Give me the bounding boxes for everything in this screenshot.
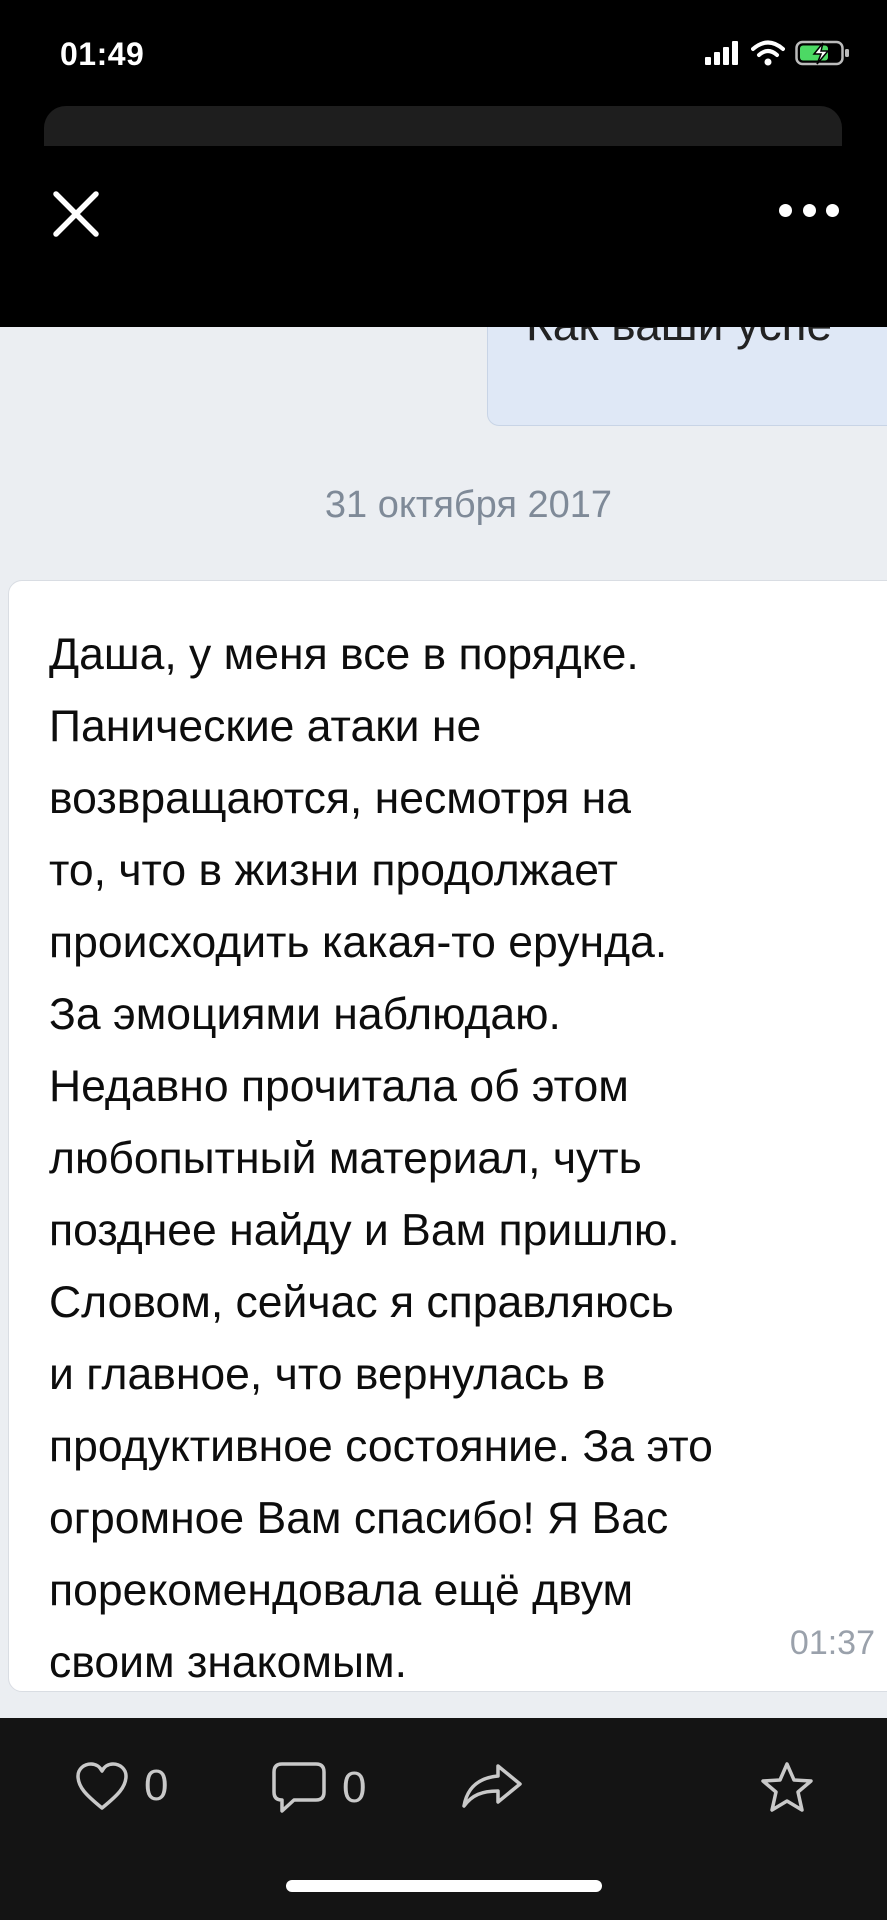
message-line: За эмоциями наблюдаю.: [49, 990, 561, 1039]
message-text: Даша, у меня все в порядке. Панические а…: [49, 619, 869, 1699]
comment-count: 0: [342, 1763, 367, 1812]
favorite-button[interactable]: [758, 1760, 816, 1816]
message-line: Недавно прочитала об этом: [49, 1062, 629, 1111]
date-separator: 31 октября 2017: [324, 484, 613, 526]
like-count: 0: [144, 1761, 169, 1810]
comment-button[interactable]: 0: [270, 1760, 366, 1816]
status-icons: [705, 38, 851, 68]
message-line: продуктивное состояние. За это: [49, 1422, 713, 1471]
like-button[interactable]: 0: [74, 1760, 168, 1812]
message-line: Панические атаки не: [49, 702, 482, 751]
share-button[interactable]: [460, 1760, 524, 1810]
message-line: порекомендовала ещё двум: [49, 1566, 634, 1615]
comment-icon: [272, 1762, 326, 1813]
wifi-icon: [751, 40, 785, 66]
close-button[interactable]: [50, 188, 102, 240]
address-bar[interactable]: [44, 106, 842, 146]
message-bubble: Даша, у меня все в порядке. Панические а…: [8, 580, 887, 1692]
message-line: и главное, что вернулась в: [49, 1350, 606, 1399]
more-button[interactable]: [779, 200, 839, 220]
message-line: то, что в жизни продолжает: [49, 846, 618, 895]
message-line: любопытный материал, чуть: [49, 1134, 642, 1183]
status-time: 01:49: [60, 36, 145, 72]
message-time: 01:37: [789, 1624, 875, 1662]
message-line: огромное Вам спасибо! Я Вас: [49, 1494, 669, 1543]
star-icon: [761, 1762, 813, 1812]
more-icon: [779, 203, 792, 217]
message-line: Словом, сейчас я справляюсь: [49, 1278, 674, 1327]
heart-icon: [76, 1762, 128, 1810]
message-line: происходить какая-то ерунда.: [49, 918, 668, 967]
message-line: своим знакомым.: [49, 1638, 407, 1687]
message-line: возвращаются, несмотря на: [49, 774, 631, 823]
battery-charging-icon: [795, 40, 849, 66]
signal-icon: [705, 41, 738, 65]
message-line: позднее найду и Вам пришлю.: [49, 1206, 680, 1255]
home-indicator[interactable]: [286, 1880, 602, 1892]
message-line: Даша, у меня все в порядке.: [49, 630, 639, 679]
close-icon: [53, 191, 99, 237]
top-bar: 01:49: [0, 0, 887, 327]
share-icon: [462, 1764, 522, 1808]
